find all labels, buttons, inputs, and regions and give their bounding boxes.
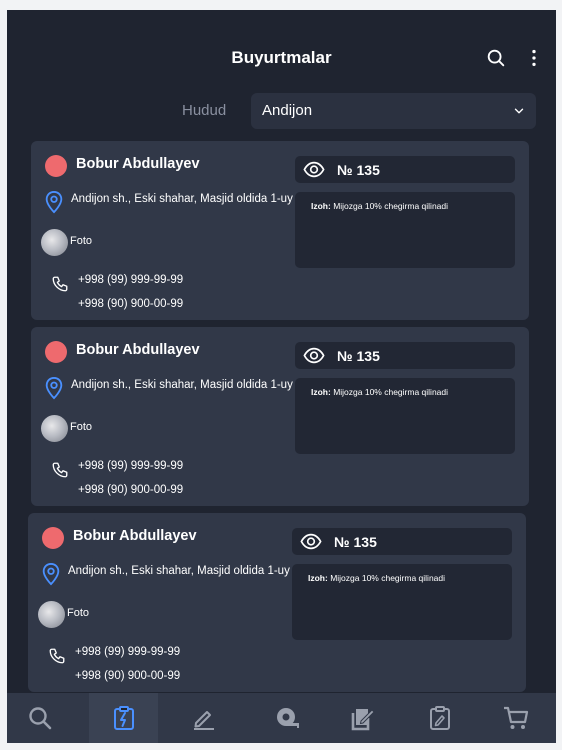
phone-icon [49, 648, 65, 664]
phone-number-secondary[interactable]: +998 (90) 900-00-99 [78, 484, 183, 496]
region-label: Hudud [182, 102, 227, 119]
location-pin-icon [45, 190, 63, 214]
customer-photo[interactable] [38, 601, 65, 628]
order-note: Izoh: Mijozga 10% chegirma qilinadi [292, 564, 512, 640]
status-dot [42, 527, 64, 549]
nav-item-cart[interactable] [486, 693, 546, 743]
app-screen: Buyurtmalar Hudud Andijon Bobur Abdullay… [7, 10, 556, 743]
customer-address: Andijon sh., Eski shahar, Masjid oldida … [71, 193, 293, 205]
search-icon [29, 707, 52, 730]
order-number: № 135 [337, 162, 380, 178]
pencil-icon [194, 711, 214, 730]
eye-icon[interactable] [303, 161, 325, 178]
eye-icon[interactable] [303, 347, 325, 364]
edit-document-icon [351, 709, 375, 731]
location-pin-icon [42, 562, 60, 586]
phone-number-secondary[interactable]: +998 (90) 900-00-99 [75, 670, 180, 682]
customer-address: Andijon sh., Eski shahar, Masjid oldida … [71, 379, 293, 391]
phone-number-secondary[interactable]: +998 (90) 900-00-99 [78, 298, 183, 310]
note-text: Mijozga 10% chegirma qilinadi [333, 387, 449, 397]
customer-name: Bobur Abdullayev [73, 528, 197, 544]
photo-label: Foto [70, 235, 93, 247]
order-number-box[interactable]: № 135 [295, 342, 515, 369]
more-vert-icon[interactable] [523, 47, 545, 69]
photo-label: Foto [67, 607, 90, 619]
nav-item-measure[interactable] [258, 693, 318, 743]
note-label: Izoh: [308, 573, 328, 583]
tape-measure-icon [277, 708, 299, 728]
customer-photo[interactable] [41, 415, 68, 442]
phone-number-primary[interactable]: +998 (99) 999-99-99 [75, 646, 180, 658]
location-pin-icon [45, 376, 63, 400]
nav-item-edit-document[interactable] [332, 693, 392, 743]
phone-icon [52, 462, 68, 478]
order-number-box[interactable]: № 135 [295, 156, 515, 183]
cart-icon [504, 706, 529, 729]
region-select[interactable]: Andijon [251, 93, 536, 129]
clipboard-lightning-icon [113, 706, 134, 730]
order-card[interactable]: Bobur Abdullayev Andijon sh., Eski shaha… [31, 327, 529, 506]
region-selected-value: Andijon [262, 102, 313, 119]
note-text: Mijozga 10% chegirma qilinadi [333, 201, 449, 211]
note-label: Izoh: [311, 387, 331, 397]
nav-item-orders[interactable] [89, 693, 158, 743]
note-text: Mijozga 10% chegirma qilinadi [330, 573, 446, 583]
phone-icon [52, 276, 68, 292]
bottom-nav [7, 693, 556, 743]
phone-number-primary[interactable]: +998 (99) 999-99-99 [78, 274, 183, 286]
search-icon[interactable] [485, 47, 507, 69]
customer-address: Andijon sh., Eski shahar, Masjid oldida … [68, 565, 290, 577]
customer-name: Bobur Abdullayev [76, 342, 200, 358]
customer-name: Bobur Abdullayev [76, 156, 200, 172]
order-card[interactable]: Bobur Abdullayev Andijon sh., Eski shaha… [31, 141, 529, 320]
order-number-box[interactable]: № 135 [292, 528, 512, 555]
status-dot [45, 341, 67, 363]
customer-photo[interactable] [41, 229, 68, 256]
nav-item-search[interactable] [10, 693, 70, 743]
clipboard-edit-icon [430, 706, 450, 730]
eye-icon[interactable] [300, 533, 322, 550]
order-number: № 135 [337, 348, 380, 364]
order-note: Izoh: Mijozga 10% chegirma qilinadi [295, 378, 515, 454]
page-title: Buyurtmalar [231, 48, 332, 67]
photo-label: Foto [70, 421, 93, 433]
order-number: № 135 [334, 534, 377, 550]
nav-item-edit[interactable] [174, 693, 234, 743]
note-label: Izoh: [311, 201, 331, 211]
nav-item-clipboard-edit[interactable] [410, 693, 470, 743]
phone-number-primary[interactable]: +998 (99) 999-99-99 [78, 460, 183, 472]
top-bar: Buyurtmalar [7, 10, 556, 90]
status-dot [45, 155, 67, 177]
order-card[interactable]: Bobur Abdullayev Andijon sh., Eski shaha… [28, 513, 526, 692]
order-note: Izoh: Mijozga 10% chegirma qilinadi [295, 192, 515, 268]
chevron-down-icon [514, 108, 524, 114]
